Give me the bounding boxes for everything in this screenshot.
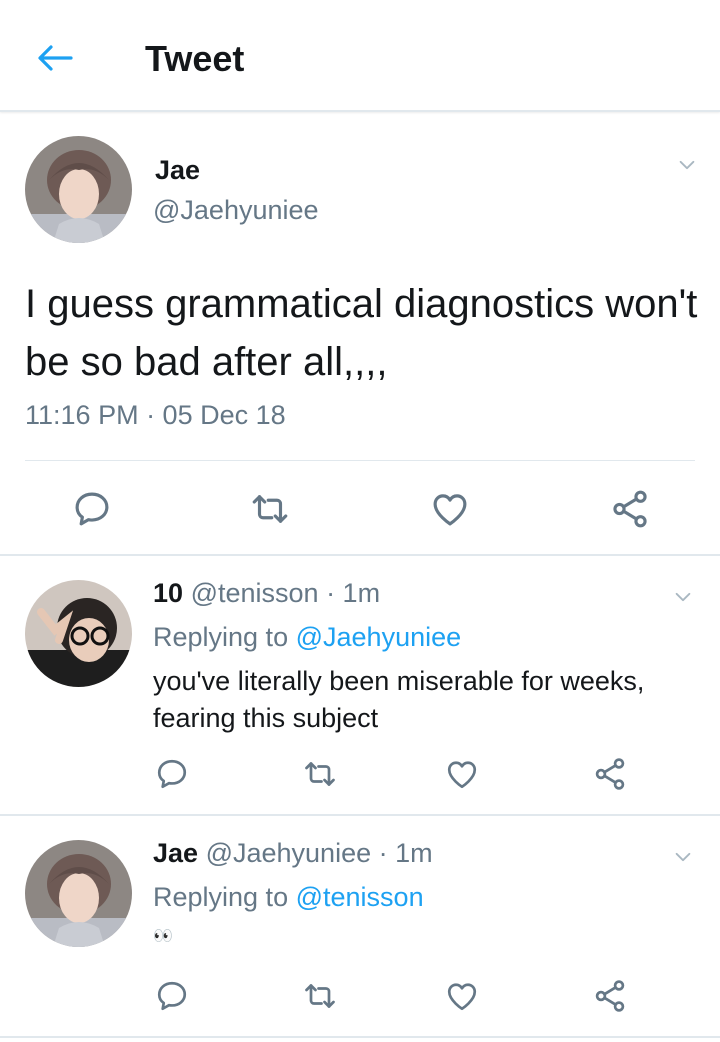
- replying-to: Replying to @Jaehyuniee: [153, 622, 461, 653]
- divider: [0, 554, 720, 556]
- tweet-timestamp[interactable]: 11:16 PM · 05 Dec 18: [25, 400, 286, 431]
- reply-author-handle[interactable]: @tenisson: [191, 578, 319, 608]
- tweet-text: I guess grammatical diagnostics won't be…: [25, 282, 698, 384]
- reply-header: 10 @tenisson · 1m: [153, 578, 380, 609]
- reply-icon[interactable]: [67, 487, 117, 531]
- reply-author-handle[interactable]: @Jaehyuniee: [206, 838, 372, 868]
- author-name[interactable]: Jae: [155, 155, 200, 186]
- like-icon[interactable]: [437, 974, 487, 1018]
- avatar[interactable]: [25, 136, 132, 243]
- divider: [25, 460, 695, 461]
- retweet-icon[interactable]: [295, 974, 345, 1018]
- top-bar: Tweet: [0, 0, 720, 112]
- reply-time: · 1m: [378, 838, 433, 868]
- page-title: Tweet: [145, 38, 245, 79]
- reply-author-name[interactable]: Jae: [153, 838, 198, 868]
- divider: [0, 814, 720, 816]
- reply-text: you've literally been miserable for week…: [153, 666, 645, 733]
- share-icon[interactable]: [585, 974, 635, 1018]
- share-icon[interactable]: [605, 487, 655, 531]
- divider: [0, 1036, 720, 1038]
- reply-author-name[interactable]: 10: [153, 578, 183, 608]
- back-arrow-icon[interactable]: [30, 36, 80, 80]
- replying-to: Replying to @tenisson: [153, 882, 424, 913]
- replying-to-label: Replying to: [153, 622, 289, 652]
- author-handle[interactable]: @Jaehyuniee: [153, 195, 319, 226]
- avatar[interactable]: [25, 580, 132, 687]
- chevron-down-icon[interactable]: [668, 585, 698, 609]
- reply-icon[interactable]: [147, 974, 197, 1018]
- chevron-down-icon[interactable]: [672, 153, 702, 177]
- reply-time: · 1m: [326, 578, 381, 608]
- avatar[interactable]: [25, 840, 132, 947]
- retweet-icon[interactable]: [295, 752, 345, 796]
- mention-link[interactable]: @tenisson: [296, 882, 424, 912]
- replying-to-label: Replying to: [153, 882, 289, 912]
- like-icon[interactable]: [437, 752, 487, 796]
- mention-link[interactable]: @Jaehyuniee: [296, 622, 462, 652]
- reply-header: Jae @Jaehyuniee · 1m: [153, 838, 433, 869]
- reply-text: 👀: [153, 928, 173, 945]
- retweet-icon[interactable]: [245, 487, 295, 531]
- reply-icon[interactable]: [147, 752, 197, 796]
- chevron-down-icon[interactable]: [668, 845, 698, 869]
- share-icon[interactable]: [585, 752, 635, 796]
- like-icon[interactable]: [425, 487, 475, 531]
